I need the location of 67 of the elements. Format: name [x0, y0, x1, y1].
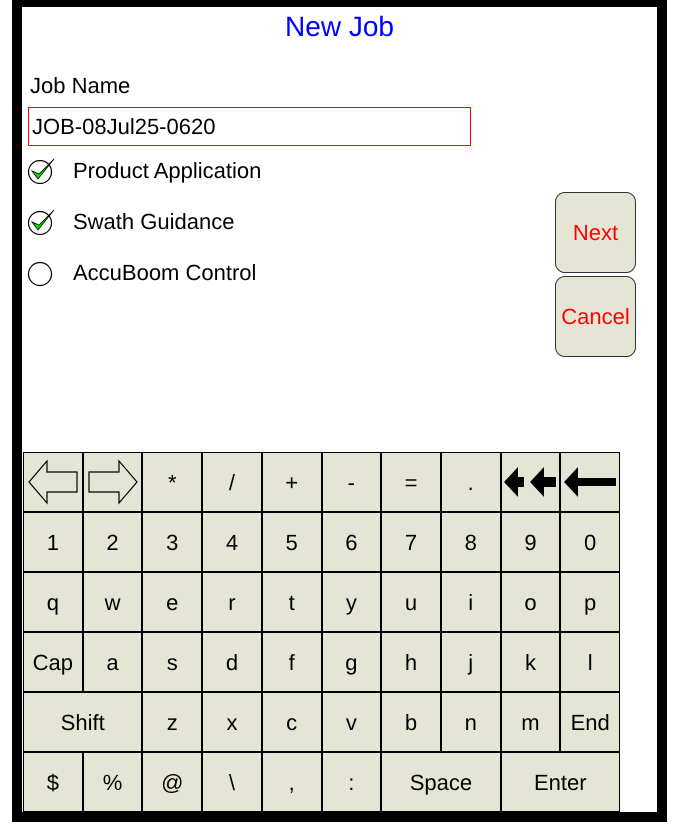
keyboard-key[interactable]: q	[23, 572, 83, 632]
keyboard-key[interactable]: \	[202, 752, 262, 812]
keyboard-key[interactable]: h	[381, 632, 441, 692]
keyboard-key[interactable]: End	[560, 692, 620, 752]
keyboard-key[interactable]: v	[322, 692, 382, 752]
keyboard-key[interactable]: ,	[262, 752, 322, 812]
keyboard-key[interactable]: 6	[322, 512, 382, 572]
keyboard-key[interactable]: k	[500, 632, 560, 692]
keyboard-key[interactable]: i	[440, 572, 501, 632]
keyboard-key[interactable]: 8	[440, 512, 501, 572]
double-arrow-icon	[504, 465, 556, 499]
keyboard-key[interactable]	[82, 452, 142, 512]
keyboard-key[interactable]: d	[202, 632, 262, 692]
keyboard-key[interactable]: s	[142, 632, 202, 692]
keyboard-key[interactable]: g	[322, 632, 382, 692]
keyboard-key[interactable]: Cap	[23, 632, 83, 692]
backspace-icon	[564, 465, 616, 499]
keyboard-key[interactable]: 7	[381, 512, 441, 572]
keyboard-key[interactable]: :	[322, 752, 382, 812]
keyboard-key[interactable]: *	[142, 452, 202, 512]
keyboard-key[interactable]: w	[82, 572, 142, 632]
keyboard-key[interactable]: 5	[262, 512, 322, 572]
keyboard-key[interactable]: Space	[381, 752, 501, 812]
keyboard-key[interactable]: b	[381, 692, 441, 752]
keyboard-key[interactable]	[560, 452, 620, 512]
keyboard-key[interactable]: x	[202, 692, 262, 752]
option-label: AccuBoom Control	[73, 258, 256, 286]
keyboard-key[interactable]	[500, 452, 560, 512]
keyboard-key[interactable]: 2	[82, 512, 142, 572]
keyboard-key[interactable]: 1	[23, 512, 83, 572]
keyboard-key[interactable]: @	[142, 752, 202, 812]
job-name-field[interactable]: JOB-08Jul25-0620	[28, 107, 471, 146]
keyboard-key[interactable]: m	[500, 692, 560, 752]
keyboard-key[interactable]: 0	[560, 512, 620, 572]
keyboard-key[interactable]: r	[202, 572, 262, 632]
keyboard-key[interactable]: n	[440, 692, 501, 752]
keyboard-key[interactable]: l	[560, 632, 620, 692]
option-label: Product Application	[73, 156, 262, 185]
keyboard-key[interactable]: a	[82, 632, 142, 692]
keyboard-key[interactable]: e	[142, 572, 202, 632]
keyboard-key[interactable]: 4	[202, 512, 262, 572]
keyboard-key[interactable]: z	[142, 692, 202, 752]
keyboard-key[interactable]: /	[202, 452, 262, 512]
keyboard-key[interactable]: 3	[142, 512, 202, 572]
keyboard-key[interactable]: y	[322, 572, 382, 632]
keyboard-key[interactable]: +	[262, 452, 322, 512]
left-arrow-icon	[26, 459, 79, 505]
keyboard-key[interactable]: o	[500, 572, 560, 632]
keyboard-key[interactable]	[23, 452, 83, 512]
keyboard-key[interactable]: Shift	[23, 692, 142, 752]
field-label: Job Name	[30, 75, 132, 97]
keyboard-key[interactable]: $	[23, 752, 83, 812]
right-arrow-icon	[86, 459, 139, 505]
keyboard-key[interactable]: Enter	[500, 752, 620, 812]
keyboard-key[interactable]: j	[440, 632, 501, 692]
keyboard-key[interactable]: .	[440, 452, 501, 512]
keyboard-key[interactable]: 9	[500, 512, 560, 572]
keyboard-key[interactable]: t	[262, 572, 322, 632]
keyboard-key[interactable]: p	[560, 572, 620, 632]
keyboard-key[interactable]: u	[381, 572, 441, 632]
keyboard-key[interactable]: c	[262, 692, 322, 752]
screen-title: New Job	[285, 13, 394, 41]
keyboard-key[interactable]: =	[381, 452, 441, 512]
keyboard-key[interactable]: -	[322, 452, 382, 512]
option-label: Swath Guidance	[73, 208, 234, 236]
keyboard-key[interactable]: f	[262, 632, 322, 692]
keyboard-key[interactable]: %	[82, 752, 142, 812]
